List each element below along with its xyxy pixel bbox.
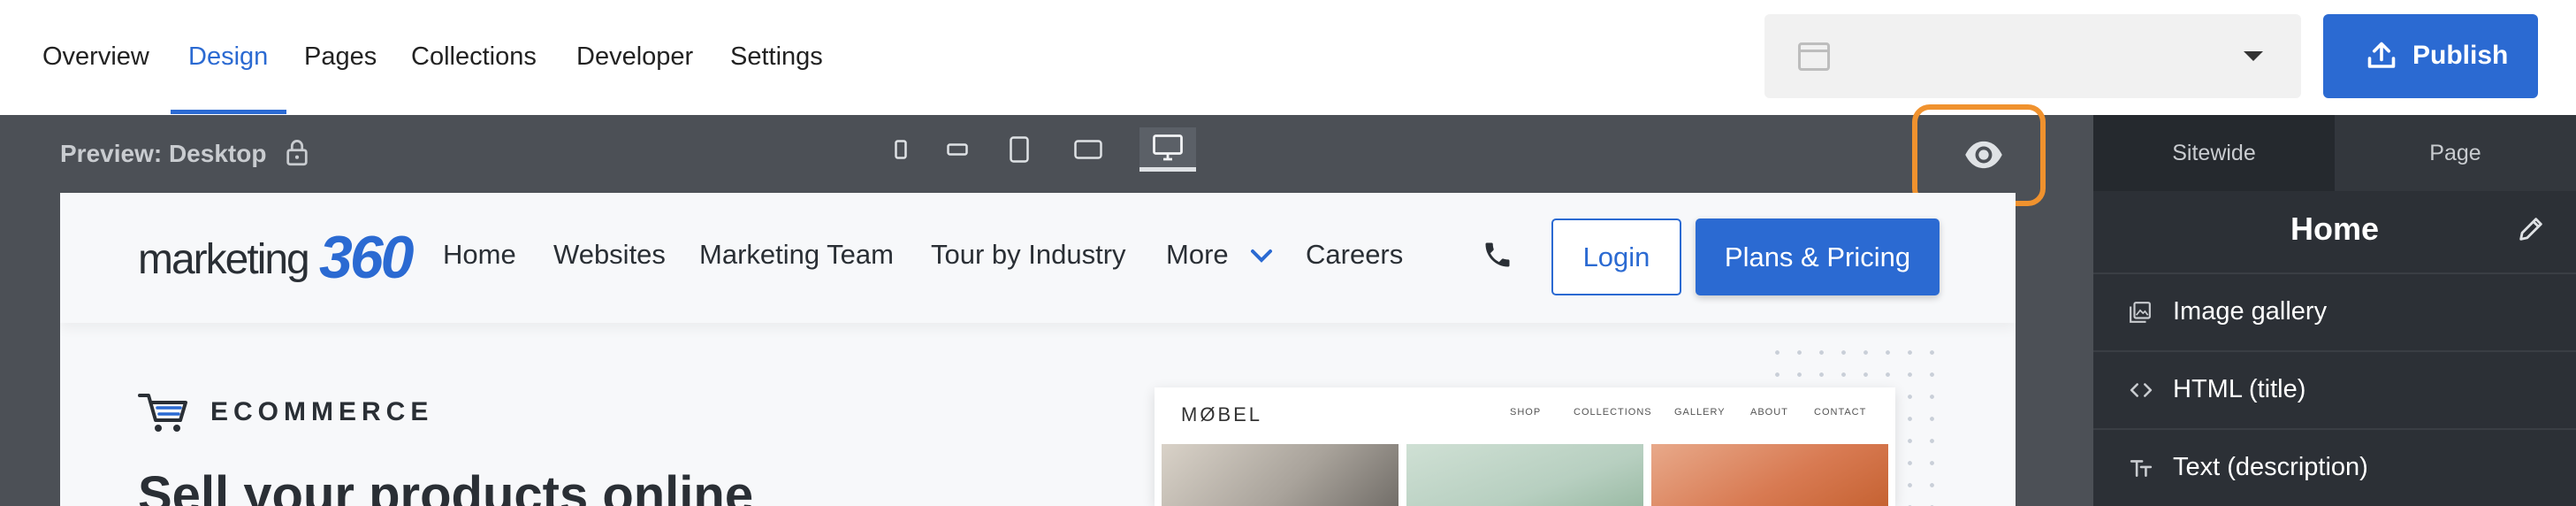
store-mockup-image: MØBEL SHOP COLLECTIONS GALLERY ABOUT CON… (1155, 387, 1895, 506)
device-tablet-portrait-button[interactable] (991, 127, 1048, 172)
active-tab-indicator (171, 110, 286, 114)
panel-item-label: HTML (title) (2173, 375, 2306, 403)
page-select-dropdown[interactable] (1764, 14, 2301, 98)
mockup-product-image (1651, 444, 1888, 506)
panel-tab-sitewide[interactable]: Sitewide (2093, 115, 2335, 191)
chevron-down-icon (2244, 51, 2263, 61)
phone-landscape-icon (947, 143, 968, 156)
publish-label: Publish (2412, 41, 2509, 70)
text-icon (2130, 460, 2153, 477)
panel-item-label: Image gallery (2173, 297, 2328, 326)
tab-developer[interactable]: Developer (576, 0, 693, 115)
site-nav-more[interactable]: More (1166, 239, 1229, 271)
mockup-product-image (1162, 444, 1399, 506)
window-icon (1798, 42, 1830, 71)
device-phone-portrait-button[interactable] (873, 127, 929, 172)
mockup-product-image (1406, 444, 1643, 506)
panel-item-image-gallery[interactable]: Image gallery (2093, 272, 2576, 350)
device-phone-landscape-button[interactable] (929, 127, 986, 172)
image-icon (2130, 302, 2151, 323)
eye-icon (1965, 141, 2002, 169)
site-nav-careers[interactable]: Careers (1306, 239, 1403, 271)
panel-page-title: Home (2290, 211, 2380, 247)
site-plans-pricing-button[interactable]: Plans & Pricing (1696, 218, 1940, 295)
mockup-brand: MØBEL (1181, 403, 1263, 426)
site-nav-home[interactable]: Home (443, 239, 516, 271)
hero-title: Sell your products online (138, 466, 754, 506)
publish-button[interactable]: Publish (2323, 14, 2538, 98)
tab-design[interactable]: Design (188, 0, 268, 115)
tab-settings[interactable]: Settings (730, 0, 823, 115)
logo-wordmark: marketing (138, 236, 310, 283)
tablet-landscape-icon (1074, 140, 1102, 159)
tab-pages[interactable]: Pages (304, 0, 377, 115)
site-nav-websites[interactable]: Websites (553, 239, 666, 271)
mockup-nav-item: COLLECTIONS (1574, 407, 1652, 418)
mockup-nav-item: ABOUT (1750, 407, 1788, 418)
chevron-down-icon[interactable] (1250, 248, 1273, 264)
cart-icon (138, 394, 187, 432)
site-login-button[interactable]: Login (1551, 218, 1681, 295)
panel-tab-page[interactable]: Page (2335, 115, 2576, 191)
panel-item-html-title[interactable]: HTML (title) (2093, 350, 2576, 428)
site-preview-frame: marketing 360 Home Websites Marketing Te… (60, 193, 2016, 506)
logo-number: 360 (319, 224, 414, 291)
panel-item-label: Text (description) (2173, 453, 2368, 481)
device-tablet-landscape-button[interactable] (1060, 127, 1117, 172)
phone-icon[interactable] (1482, 239, 1513, 271)
pencil-icon[interactable] (2516, 214, 2546, 244)
desktop-icon (1153, 134, 1183, 160)
tablet-portrait-icon (1010, 136, 1029, 163)
lock-icon[interactable] (285, 138, 309, 166)
code-icon (2130, 383, 2153, 397)
phone-portrait-icon (895, 140, 907, 159)
tab-collections[interactable]: Collections (411, 0, 537, 115)
device-desktop-button[interactable] (1139, 127, 1196, 172)
tab-overview[interactable]: Overview (42, 0, 149, 115)
site-nav-marketing-team[interactable]: Marketing Team (699, 239, 894, 271)
section-eyebrow: ECOMMERCE (210, 397, 434, 426)
mockup-nav-item: SHOP (1510, 407, 1542, 418)
mockup-nav-item: CONTACT (1814, 407, 1867, 418)
preview-mode-label: Preview: Desktop (60, 140, 267, 167)
site-nav-tour-by-industry[interactable]: Tour by Industry (931, 239, 1126, 271)
preview-toggle-button[interactable] (1912, 104, 2046, 206)
mockup-nav-item: GALLERY (1674, 407, 1726, 418)
upload-icon (2367, 42, 2396, 68)
site-header: marketing 360 Home Websites Marketing Te… (60, 193, 2016, 323)
page-settings-panel: Sitewide Page Home Image gallery HTML (t… (2093, 115, 2576, 506)
panel-item-text-description[interactable]: Text (description) (2093, 428, 2576, 506)
top-bar: Overview Design Pages Collections Develo… (0, 0, 2576, 115)
